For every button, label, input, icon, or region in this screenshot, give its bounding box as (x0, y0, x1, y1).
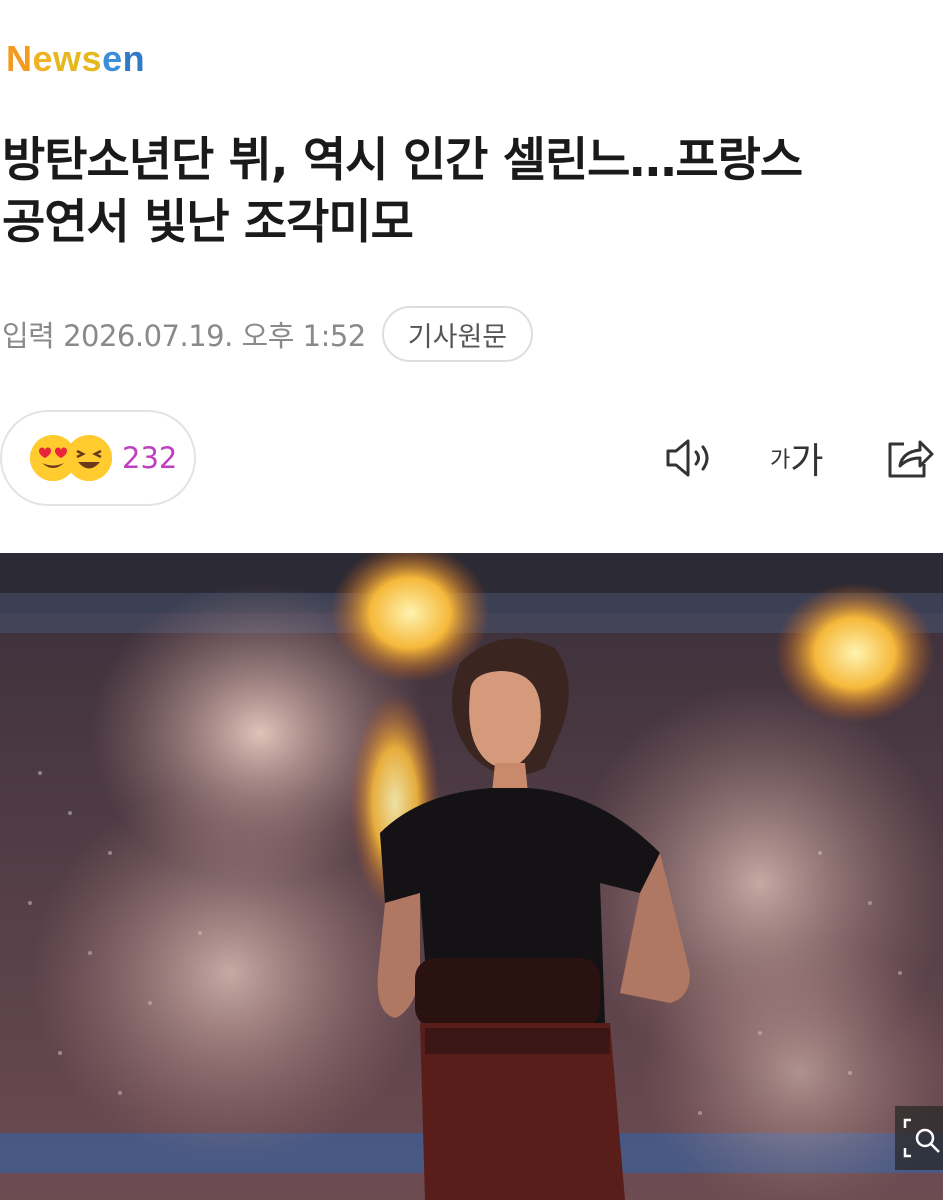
logo-letter: w (53, 38, 82, 79)
article-photo[interactable] (0, 553, 943, 1200)
font-size-small-label: 가 (770, 448, 791, 473)
article-meta: 입력 2026.07.19. 오후 1:52 기사원문 (2, 306, 534, 362)
logo-letter: n (122, 38, 146, 79)
zoom-button[interactable] (895, 1106, 943, 1170)
newsen-logo[interactable]: Newsen (6, 38, 145, 80)
logo-letter: N (6, 38, 33, 79)
share-icon[interactable] (884, 432, 936, 484)
heart-eyes-emoji-icon (30, 435, 76, 481)
logo-letter: s (81, 38, 103, 79)
reaction-count: 232 (122, 441, 178, 475)
font-size-button[interactable]: 가가 (770, 432, 823, 484)
headline-line: 공연서 빛난 조각미모 (2, 195, 414, 250)
headline-line: 방탄소년단 뷔, 역시 인간 셀린느…프랑스 (2, 133, 803, 188)
font-size-big-label: 가 (790, 441, 824, 482)
concert-scene-image (0, 553, 943, 1200)
zoom-search-icon (903, 1118, 940, 1158)
logo-letter: e (102, 38, 123, 79)
speaker-icon[interactable] (662, 432, 718, 484)
article-headline: 방탄소년단 뷔, 역시 인간 셀린느…프랑스 공연서 빛난 조각미모 (2, 130, 942, 254)
reaction-button[interactable]: 232 (0, 410, 196, 506)
publish-date: 입력 2026.07.19. 오후 1:52 (2, 319, 366, 353)
logo-letter: e (32, 38, 54, 79)
original-article-button[interactable]: 기사원문 (381, 306, 534, 362)
